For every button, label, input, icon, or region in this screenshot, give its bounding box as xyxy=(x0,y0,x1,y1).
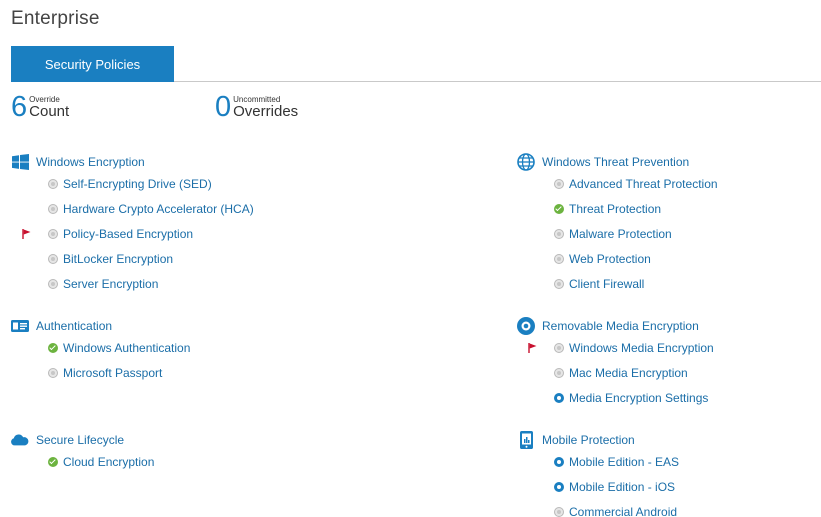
policy-item-malware-protection[interactable]: Malware Protection xyxy=(517,221,718,246)
uncommitted-overrides-label: Overrides xyxy=(233,103,299,120)
group-title-mobile-protection[interactable]: Mobile Protection xyxy=(542,433,635,447)
policy-item-mobile-edition-eas[interactable]: Mobile Edition - EAS xyxy=(517,449,679,474)
policy-list: Windows Media Encryption Mac Media Encryp… xyxy=(517,335,714,410)
status-not-configured-icon xyxy=(554,342,564,353)
policy-item-label: Client Firewall xyxy=(569,276,645,291)
status-settings-gear-icon xyxy=(554,392,564,403)
status-enabled-check-icon xyxy=(48,456,58,467)
policy-item-microsoft-passport[interactable]: Microsoft Passport xyxy=(11,360,190,385)
status-not-configured-icon xyxy=(48,228,58,239)
policy-list: Windows Authentication Microsoft Passport xyxy=(11,335,190,385)
tab-security-policies[interactable]: Security Policies xyxy=(11,46,174,82)
policy-item-client-firewall[interactable]: Client Firewall xyxy=(517,271,718,296)
policy-item-mac-media-encryption[interactable]: Mac Media Encryption xyxy=(517,360,714,385)
policy-item-label: BitLocker Encryption xyxy=(63,251,174,266)
policy-item-label: Malware Protection xyxy=(569,226,672,241)
override-count-stat[interactable]: 6 Override Count xyxy=(11,91,70,123)
policy-item-label: Media Encryption Settings xyxy=(569,390,709,405)
policy-item-label: Hardware Crypto Accelerator (HCA) xyxy=(63,201,254,216)
page-title: Enterprise xyxy=(11,8,100,29)
policy-item-policy-based-encryption[interactable]: Policy-Based Encryption xyxy=(11,221,254,246)
override-flag-icon xyxy=(528,343,537,353)
policy-item-label: Advanced Threat Protection xyxy=(569,176,718,191)
cloud-icon xyxy=(11,431,29,449)
policy-item-media-encryption-settings[interactable]: Media Encryption Settings xyxy=(517,385,714,410)
policy-item-label: Self-Encrypting Drive (SED) xyxy=(63,176,212,191)
policy-item-label: Cloud Encryption xyxy=(63,454,155,469)
group-title-windows-encryption[interactable]: Windows Encryption xyxy=(36,155,145,169)
group-title-secure-lifecycle[interactable]: Secure Lifecycle xyxy=(36,433,124,447)
group-title-removable-media-encryption[interactable]: Removable Media Encryption xyxy=(542,319,699,333)
status-not-configured-icon xyxy=(48,278,58,289)
status-not-configured-icon xyxy=(554,253,564,264)
policy-item-advanced-threat-protection[interactable]: Advanced Threat Protection xyxy=(517,171,718,196)
mobile-phone-icon xyxy=(517,431,535,449)
globe-icon xyxy=(517,153,535,171)
policy-item-label: Windows Authentication xyxy=(63,340,191,355)
status-not-configured-icon xyxy=(48,178,58,189)
uncommitted-overrides-stat[interactable]: 0 Uncommitted Overrides xyxy=(215,91,299,123)
status-not-configured-icon xyxy=(554,506,564,517)
policy-list: Mobile Edition - EAS Mobile Edition - iOS… xyxy=(517,449,679,517)
group-windows-threat-prevention: Windows Threat Prevention Advanced Threa… xyxy=(517,153,718,296)
group-mobile-protection: Mobile Protection Mobile Edition - EAS Mo… xyxy=(517,431,679,517)
policy-item-threat-protection[interactable]: Threat Protection xyxy=(517,196,718,221)
policy-item-bitlocker-encryption[interactable]: BitLocker Encryption xyxy=(11,246,254,271)
policy-item-mobile-edition-ios[interactable]: Mobile Edition - iOS xyxy=(517,474,679,499)
id-card-icon xyxy=(11,317,29,335)
status-enabled-check-icon xyxy=(554,203,564,214)
override-flag-icon xyxy=(22,229,31,239)
status-not-configured-icon xyxy=(48,253,58,264)
policy-item-label: Mobile Edition - iOS xyxy=(569,479,676,494)
policy-item-label: Mobile Edition - EAS xyxy=(569,454,680,469)
policy-list: Advanced Threat Protection Threat Protect… xyxy=(517,171,718,296)
windows-logo-icon xyxy=(11,153,29,171)
group-title-windows-threat-prevention[interactable]: Windows Threat Prevention xyxy=(542,155,689,169)
disc-icon xyxy=(517,317,535,335)
policy-item-windows-authentication[interactable]: Windows Authentication xyxy=(11,335,190,360)
group-windows-encryption: Windows Encryption Self-Encrypting Drive… xyxy=(11,153,254,296)
status-not-configured-icon xyxy=(48,367,58,378)
policy-item-label: Web Protection xyxy=(569,251,651,266)
policy-item-server-encryption[interactable]: Server Encryption xyxy=(11,271,254,296)
policy-item-cloud-encryption[interactable]: Cloud Encryption xyxy=(11,449,154,474)
uncommitted-overrides-number: 0 xyxy=(215,91,232,123)
status-not-configured-icon xyxy=(554,278,564,289)
policy-list: Cloud Encryption xyxy=(11,449,154,474)
policy-item-label: Server Encryption xyxy=(63,276,159,291)
policy-item-label: Microsoft Passport xyxy=(63,365,163,380)
status-settings-gear-icon xyxy=(554,481,564,492)
status-not-configured-icon xyxy=(554,178,564,189)
policy-item-hardware-crypto-accelerator-hca[interactable]: Hardware Crypto Accelerator (HCA) xyxy=(11,196,254,221)
policy-item-windows-media-encryption[interactable]: Windows Media Encryption xyxy=(517,335,714,360)
group-authentication: Authentication Windows Authentication Mic… xyxy=(11,317,190,385)
status-not-configured-icon xyxy=(554,228,564,239)
group-title-authentication[interactable]: Authentication xyxy=(36,319,112,333)
group-removable-media-encryption: Removable Media Encryption Windows Media… xyxy=(517,317,714,410)
policy-list: Self-Encrypting Drive (SED) Hardware Cryp… xyxy=(11,171,254,296)
status-not-configured-icon xyxy=(554,367,564,378)
status-settings-gear-icon xyxy=(554,456,564,467)
policy-item-web-protection[interactable]: Web Protection xyxy=(517,246,718,271)
override-count-number: 6 xyxy=(11,91,28,123)
policy-item-label: Policy-Based Encryption xyxy=(63,226,194,241)
policy-item-label: Threat Protection xyxy=(569,201,662,216)
group-secure-lifecycle: Secure Lifecycle Cloud Encryption xyxy=(11,431,154,474)
override-count-label: Count xyxy=(29,103,70,120)
policy-item-commercial-android[interactable]: Commercial Android xyxy=(517,499,679,517)
policy-item-label: Commercial Android xyxy=(569,504,678,517)
policy-item-self-encrypting-drive-sed[interactable]: Self-Encrypting Drive (SED) xyxy=(11,171,254,196)
policy-item-label: Mac Media Encryption xyxy=(569,365,688,380)
status-not-configured-icon xyxy=(48,203,58,214)
status-enabled-check-icon xyxy=(48,342,58,353)
policy-item-label: Windows Media Encryption xyxy=(569,340,714,355)
tab-strip: Security Policies xyxy=(11,46,821,82)
